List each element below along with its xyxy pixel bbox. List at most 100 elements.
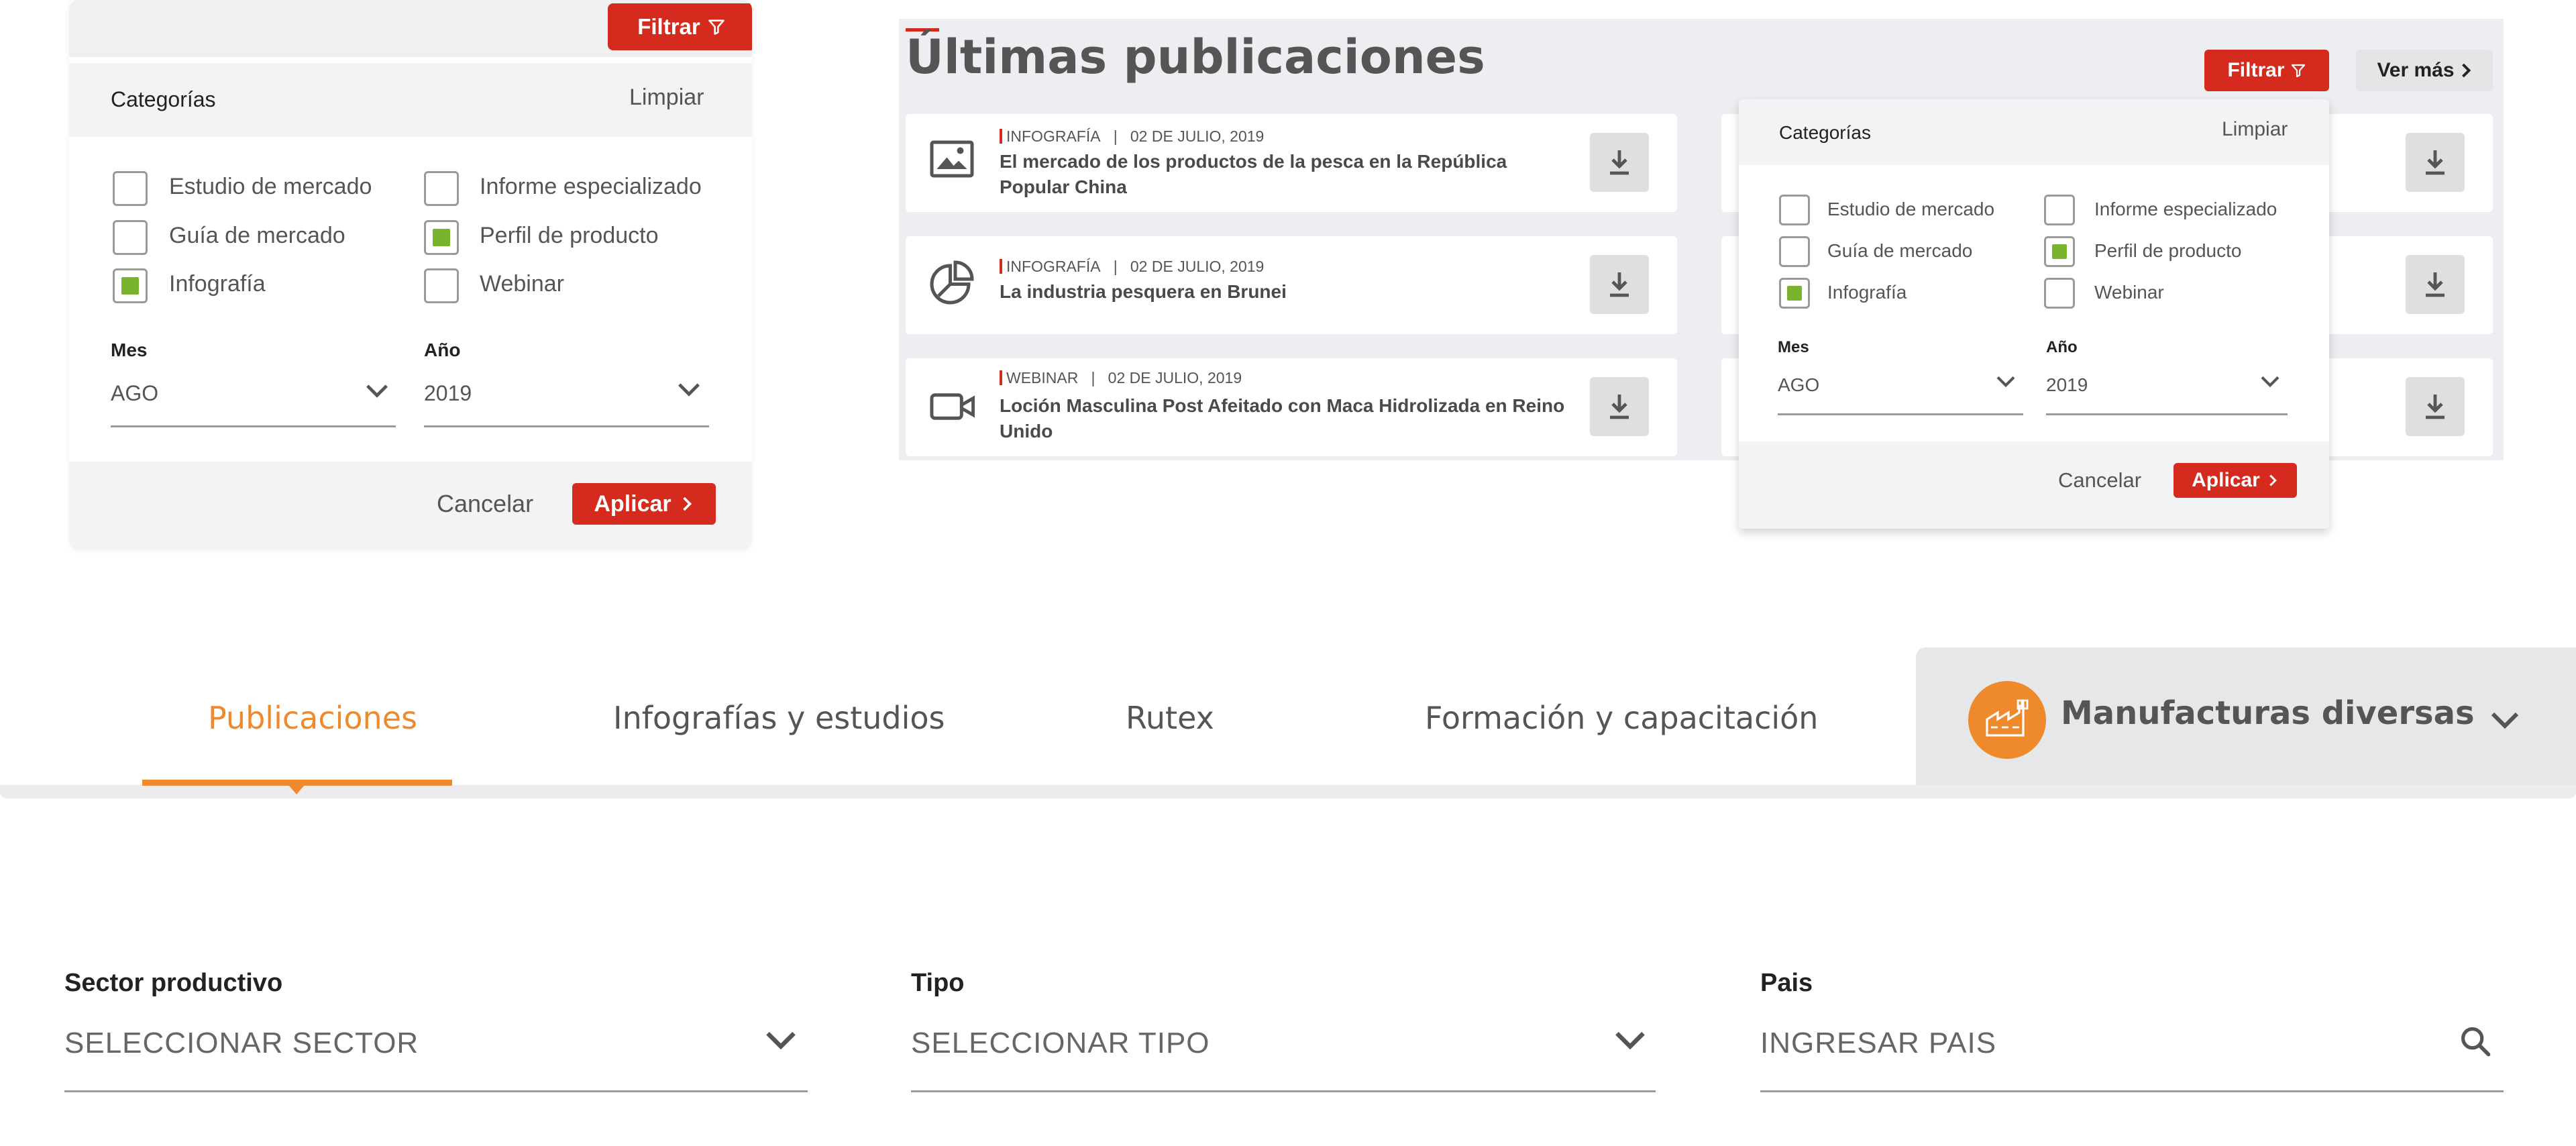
tabs-baseline xyxy=(0,785,2576,798)
clear-link[interactable]: Limpiar xyxy=(2222,118,2288,141)
sector-select-value: SELECCIONAR SECTOR xyxy=(64,1027,419,1059)
publication-date: 02 DE JULIO, 2019 xyxy=(1130,258,1265,275)
download-button[interactable] xyxy=(2406,133,2465,192)
filter-button[interactable]: Filtrar xyxy=(2204,50,2329,91)
tab-infografias-estudios[interactable]: Infografías y estudios xyxy=(613,700,945,736)
checkbox-perfil-producto[interactable] xyxy=(2044,236,2075,267)
image-icon xyxy=(930,140,974,178)
checkbox-estudio-mercado[interactable] xyxy=(113,171,148,206)
see-more-button[interactable]: Ver más xyxy=(2356,50,2493,91)
checkbox-label: Perfil de producto xyxy=(480,223,659,248)
factory-icon xyxy=(1968,681,2046,759)
checkbox-webinar[interactable] xyxy=(2044,278,2075,309)
apply-button[interactable]: Aplicar xyxy=(2174,463,2297,498)
title-line: La industria pesquera en Brunei xyxy=(1000,281,1287,302)
publication-type: INFOGRAFÍA xyxy=(1006,127,1101,145)
publication-title[interactable]: Loción Masculina Post Afeitado con Maca … xyxy=(1000,393,1564,444)
tab-formacion-capacitacion[interactable]: Formación y capacitación xyxy=(1425,700,1818,736)
checkbox-infografia[interactable] xyxy=(1779,278,1810,309)
download-button[interactable] xyxy=(2406,255,2465,314)
section-title: Últimas publicaciones xyxy=(906,30,1485,85)
see-more-label: Ver más xyxy=(2377,59,2455,81)
download-icon xyxy=(2426,150,2445,175)
country-filter-label: Pais xyxy=(1760,969,1813,997)
chevron-right-icon xyxy=(2269,474,2277,486)
checkbox-label: Infografía xyxy=(169,271,266,297)
cancel-button[interactable]: Cancelar xyxy=(2058,468,2141,492)
filter-panel-1: Filtrar Categorías Limpiar Estudio de me… xyxy=(69,0,752,550)
categories-label: Categorías xyxy=(111,87,216,111)
chevron-right-icon xyxy=(2461,63,2471,78)
checkbox-estudio-mercado[interactable] xyxy=(1779,195,1810,225)
filter-icon xyxy=(2291,64,2305,78)
publication-title[interactable]: La industria pesquera en Brunei xyxy=(1000,279,1287,305)
publication-meta: INFOGRAFÍA | 02 DE JULIO, 2019 xyxy=(1000,258,1264,276)
month-value: AGO xyxy=(1778,374,1820,395)
pie-chart-icon xyxy=(930,260,974,305)
publication-meta: WEBINAR | 02 DE JULIO, 2019 xyxy=(1000,369,1242,387)
chevron-down-icon xyxy=(2491,712,2519,729)
download-button[interactable] xyxy=(1590,255,1649,314)
download-icon xyxy=(2426,272,2445,297)
checkbox-guia-mercado[interactable] xyxy=(1779,236,1810,267)
publication-card[interactable]: WEBINAR | 02 DE JULIO, 2019 Loción Mascu… xyxy=(906,358,1677,456)
publication-card[interactable]: INFOGRAFÍA | 02 DE JULIO, 2019 La indust… xyxy=(906,236,1677,334)
categories-label: Categorías xyxy=(1779,122,1871,143)
search-icon[interactable] xyxy=(2458,1024,2493,1059)
download-button[interactable] xyxy=(1590,133,1649,192)
checkbox-informe-especializado[interactable] xyxy=(2044,195,2075,225)
month-label: Mes xyxy=(1778,338,1809,356)
year-label: Año xyxy=(2046,338,2078,356)
publication-title[interactable]: El mercado de los productos de la pesca … xyxy=(1000,149,1507,200)
year-value: 2019 xyxy=(424,381,472,405)
tab-publicaciones[interactable]: Publicaciones xyxy=(208,700,417,736)
publication-date: 02 DE JULIO, 2019 xyxy=(1108,369,1242,386)
publication-type: INFOGRAFÍA xyxy=(1006,258,1101,275)
download-icon xyxy=(1610,272,1629,297)
checkbox-label: Guía de mercado xyxy=(169,223,345,248)
checkbox-webinar[interactable] xyxy=(424,268,459,303)
chevron-down-icon xyxy=(1615,1031,1645,1050)
checkbox-informe-especializado[interactable] xyxy=(424,171,459,206)
video-camera-icon xyxy=(930,393,975,420)
publication-type: WEBINAR xyxy=(1006,369,1079,386)
section-tabs: Publicaciones Infografías y estudios Rut… xyxy=(0,647,2576,798)
sector-label: Manufacturas diversas xyxy=(2061,694,2475,732)
tab-rutex[interactable]: Rutex xyxy=(1126,700,1214,736)
download-icon xyxy=(1610,150,1629,175)
publication-date: 02 DE JULIO, 2019 xyxy=(1130,127,1265,145)
cancel-button[interactable]: Cancelar xyxy=(437,490,533,518)
chevron-down-icon xyxy=(678,383,700,397)
sector-filter-label: Sector productivo xyxy=(64,969,283,997)
download-icon xyxy=(2426,395,2445,419)
sector-dropdown[interactable]: Manufacturas diversas xyxy=(1916,647,2576,785)
download-button[interactable] xyxy=(2406,377,2465,436)
apply-button[interactable]: Aplicar xyxy=(572,483,716,525)
checkbox-label: Informe especializado xyxy=(480,174,702,199)
country-search-placeholder: INGRESAR PAIS xyxy=(1760,1027,1997,1059)
download-button[interactable] xyxy=(1590,377,1649,436)
checkbox-label: Estudio de mercado xyxy=(1827,199,1995,219)
clear-link[interactable]: Limpiar xyxy=(629,85,704,111)
year-label: Año xyxy=(424,340,461,360)
checkbox-label: Estudio de mercado xyxy=(169,174,372,199)
month-value: AGO xyxy=(111,381,159,405)
filter-icon xyxy=(708,19,724,35)
year-value: 2019 xyxy=(2046,374,2088,395)
checkbox-perfil-producto[interactable] xyxy=(424,220,459,255)
type-filter-label: Tipo xyxy=(911,969,965,997)
checkbox-guia-mercado[interactable] xyxy=(113,220,148,255)
apply-button-label: Aplicar xyxy=(2192,469,2260,491)
filter-button[interactable]: Filtrar xyxy=(608,3,752,50)
checkbox-label: Guía de mercado xyxy=(1827,240,1973,261)
filter-dropdown: Categorías Limpiar Estudio de mercado In… xyxy=(1739,99,2329,529)
checkbox-label: Perfil de producto xyxy=(2094,240,2242,261)
chevron-down-icon xyxy=(366,384,388,398)
checkbox-infografia[interactable] xyxy=(113,268,148,303)
publication-card[interactable]: INFOGRAFÍA | 02 DE JULIO, 2019 El mercad… xyxy=(906,114,1677,212)
active-tab-caret xyxy=(288,785,305,794)
type-select-value: SELECCIONAR TIPO xyxy=(911,1027,1210,1059)
chevron-down-icon xyxy=(766,1031,796,1050)
chevron-right-icon xyxy=(682,497,692,511)
apply-button-label: Aplicar xyxy=(594,490,672,517)
